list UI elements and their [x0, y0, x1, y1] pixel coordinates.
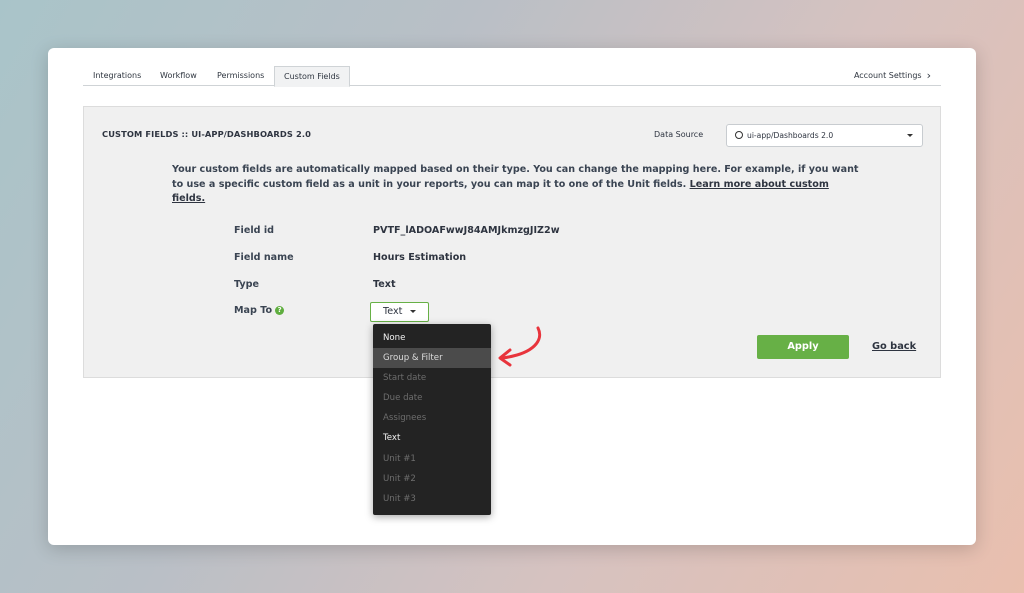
field-name-label: Field name — [234, 252, 294, 263]
map-to-dropdown-menu: None Group & Filter Start date Due date … — [373, 324, 491, 515]
annotation-arrow-icon — [498, 326, 541, 367]
tab-permissions[interactable]: Permissions — [217, 66, 264, 86]
description: Your custom fields are automatically map… — [172, 163, 862, 207]
dropdown-option-unit-2: Unit #2 — [383, 473, 416, 484]
dropdown-option-assignees: Assignees — [383, 413, 427, 424]
data-source-value: ui-app/Dashboards 2.0 — [747, 131, 834, 140]
dropdown-option-unit-1: Unit #1 — [383, 453, 416, 464]
tab-integrations[interactable]: Integrations — [93, 66, 141, 86]
map-to-row: Map To? — [234, 305, 285, 316]
question-circle-icon[interactable]: ? — [275, 305, 285, 315]
go-back-link[interactable]: Go back — [872, 341, 916, 352]
github-icon — [735, 131, 743, 139]
field-name-value: Hours Estimation — [373, 252, 467, 263]
settings-card: Integrations Workflow Permissions Custom… — [48, 48, 976, 545]
dropdown-option-due-date: Due date — [383, 393, 423, 404]
tab-custom-fields[interactable]: Custom Fields — [274, 66, 350, 87]
data-source-label: Data Source — [654, 130, 704, 139]
type-label: Type — [234, 279, 260, 290]
dropdown-option-none[interactable]: None — [373, 328, 491, 348]
type-value: Text — [373, 279, 396, 290]
caret-down-icon — [410, 310, 416, 313]
panel-title: CUSTOM FIELDS :: UI-APP/DASHBOARDS 2.0 — [102, 129, 311, 139]
map-to-value: Text — [383, 306, 403, 317]
field-id-value: PVTF_lADOAFwwJ84AMJkmzgJIZ2w — [373, 225, 560, 236]
dropdown-option-unit-3: Unit #3 — [383, 493, 416, 504]
account-settings-label: Account Settings — [853, 71, 922, 80]
field-id-label: Field id — [234, 225, 275, 236]
dropdown-option-start-date: Start date — [383, 373, 427, 384]
account-settings-link[interactable]: Account Settings › — [854, 66, 931, 86]
chevron-right-icon: › — [926, 69, 931, 82]
caret-down-icon — [907, 134, 913, 137]
map-to-label: Map To — [234, 305, 273, 316]
dropdown-option-group-filter[interactable]: Group & Filter — [373, 348, 491, 369]
dropdown-option-text[interactable]: Text — [373, 428, 491, 448]
data-source-select[interactable]: ui-app/Dashboards 2.0 — [726, 124, 923, 147]
map-to-select[interactable]: Text — [370, 302, 429, 322]
apply-button[interactable]: Apply — [757, 335, 849, 359]
tab-bar: Integrations Workflow Permissions Custom… — [83, 66, 941, 87]
tab-workflow[interactable]: Workflow — [160, 66, 197, 86]
